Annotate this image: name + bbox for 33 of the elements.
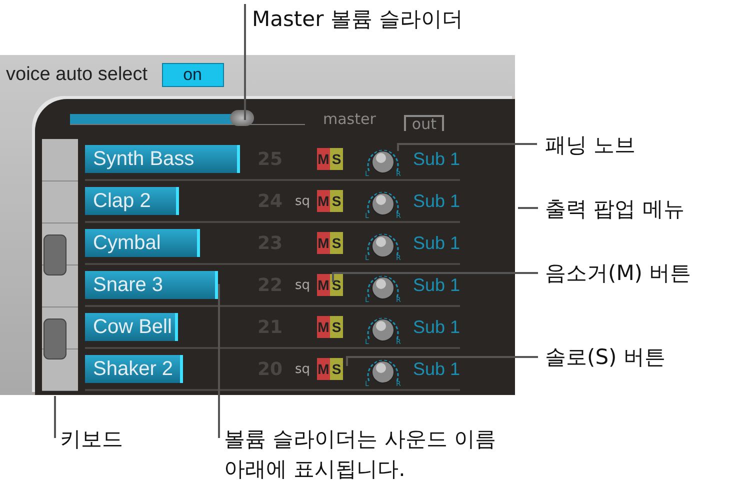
solo-button[interactable]: S — [330, 274, 343, 296]
sequencer-label: sq — [295, 278, 310, 292]
callout-text: 볼륨 슬라이더는 사운드 이름 아래에 표시됩니다. — [224, 426, 498, 483]
callout-text: 솔로(S) 버튼 — [545, 344, 666, 371]
solo-button[interactable]: S — [330, 148, 343, 170]
solo-button[interactable]: S — [330, 358, 343, 380]
mute-button[interactable]: M — [317, 232, 330, 254]
callout-text: Master 볼륨 슬라이더 — [252, 6, 464, 33]
solo-button[interactable]: S — [330, 232, 343, 254]
output-menu[interactable]: Sub 1 — [413, 274, 460, 296]
callout-text: 키보드 — [60, 426, 123, 453]
voice-auto-select-label: voice auto select — [6, 64, 148, 86]
mute-button[interactable]: M — [317, 358, 330, 380]
mute-button[interactable]: M — [317, 316, 330, 338]
output-menu[interactable]: Sub 1 — [413, 190, 460, 212]
voice-auto-select-button[interactable]: on — [162, 63, 224, 87]
mute-button[interactable]: M — [317, 190, 330, 212]
output-menu[interactable]: Sub 1 — [413, 148, 460, 170]
output-menu[interactable]: Sub 1 — [413, 232, 460, 254]
mute-button[interactable]: M — [317, 148, 330, 170]
keyboard-drawing[interactable] — [42, 139, 80, 391]
callout-text: 음소거(M) 버튼 — [545, 260, 692, 287]
out-label: out — [404, 115, 444, 131]
output-menu[interactable]: Sub 1 — [413, 358, 460, 380]
callout-text: 출력 팝업 메뉴 — [545, 196, 684, 223]
solo-button[interactable]: S — [330, 316, 343, 338]
output-menu[interactable]: Sub 1 — [413, 316, 460, 338]
callout-text: 패닝 노브 — [545, 132, 636, 159]
mute-button[interactable]: M — [317, 274, 330, 296]
master-label: master — [323, 110, 376, 128]
solo-button[interactable]: S — [330, 190, 343, 212]
sequencer-label: sq — [295, 194, 310, 208]
sequencer-label: sq — [295, 362, 310, 376]
